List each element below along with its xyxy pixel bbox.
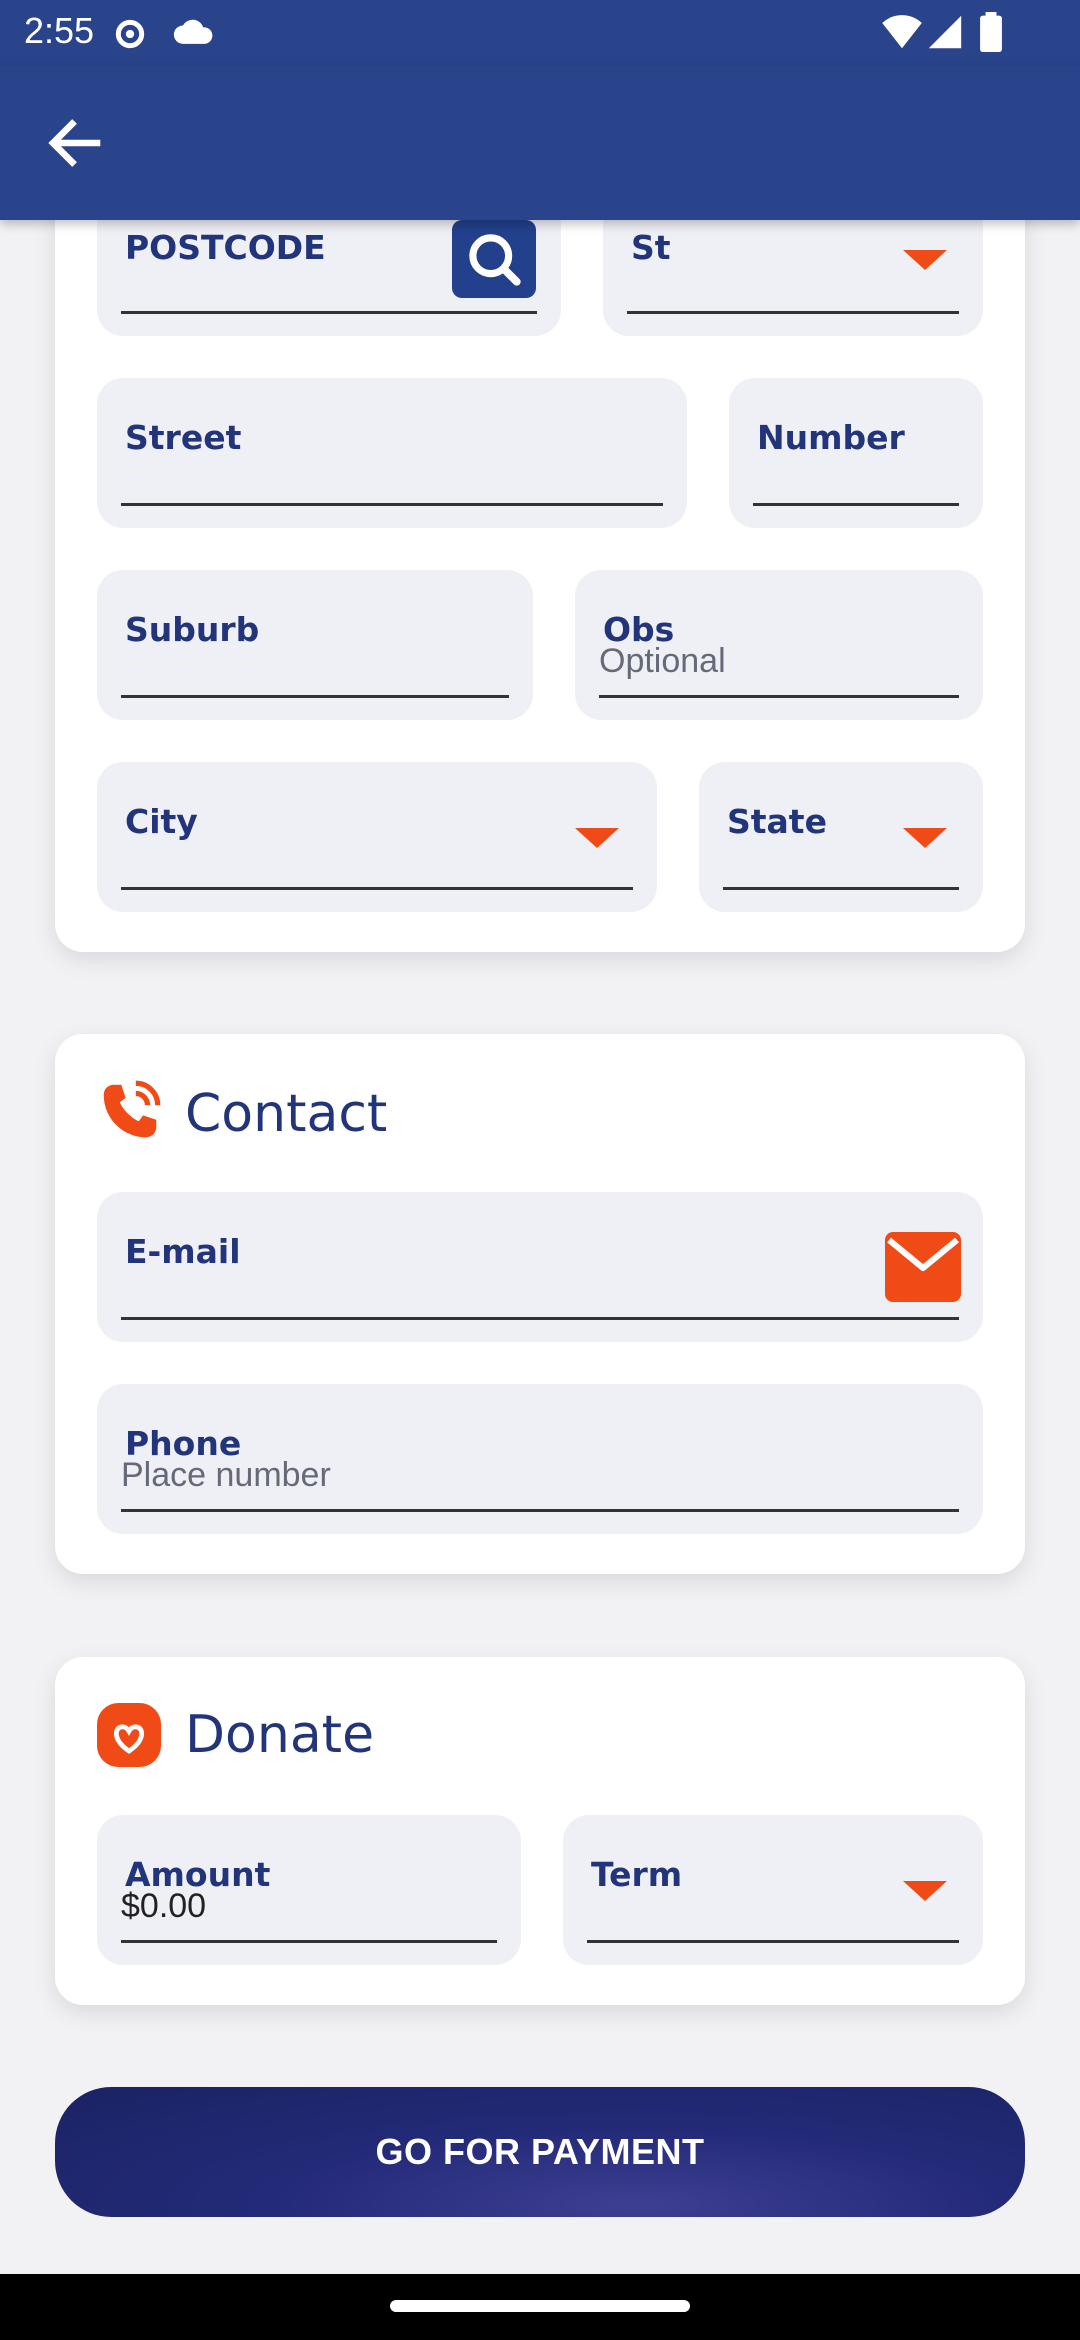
state-dropdown-icon [903, 828, 947, 848]
address-card: POSTCODE St Street Number Suburb Obs Opt… [55, 120, 1025, 952]
city-underline [121, 887, 633, 890]
st-underline [627, 311, 959, 314]
phone-underline [121, 1509, 959, 1512]
heart-donate-icon [97, 1703, 161, 1767]
st-label: St [631, 228, 671, 267]
mail-icon [885, 1232, 961, 1302]
city-label: City [125, 802, 198, 841]
settings-icon [115, 19, 145, 49]
app-bar [0, 66, 1080, 220]
obs-field[interactable]: Obs Optional [575, 570, 983, 720]
street-underline [121, 503, 663, 506]
number-field[interactable]: Number [729, 378, 983, 528]
postcode-field[interactable]: POSTCODE [97, 200, 561, 336]
state-label: State [727, 802, 827, 841]
postcode-label: POSTCODE [125, 228, 326, 267]
amount-field[interactable]: Amount $0.00 [97, 1815, 521, 1965]
amount-value: $0.00 [121, 1887, 207, 1925]
contact-card: Contact E-mail Phone Place number [55, 1034, 1025, 1574]
number-label: Number [757, 418, 905, 457]
status-bar: 2:55 [0, 0, 1080, 66]
city-dropdown-icon [575, 828, 619, 848]
suburb-field[interactable]: Suburb [97, 570, 533, 720]
obs-placeholder: Optional [599, 642, 726, 680]
cloud-icon [173, 19, 213, 44]
email-field[interactable]: E-mail [97, 1192, 983, 1342]
battery-icon [980, 12, 1002, 52]
email-underline [121, 1317, 959, 1320]
donate-title: Donate [185, 1705, 375, 1765]
term-dropdown[interactable]: Term [563, 1815, 983, 1965]
email-label: E-mail [125, 1232, 241, 1271]
city-dropdown[interactable]: City [97, 762, 657, 912]
state-underline [723, 887, 959, 890]
st-dropdown[interactable]: St [603, 200, 983, 336]
postcode-underline [121, 311, 537, 314]
go-for-payment-button[interactable]: GO FOR PAYMENT [55, 2087, 1025, 2217]
term-dropdown-icon [903, 1881, 947, 1901]
search-icon [469, 234, 521, 286]
street-field[interactable]: Street [97, 378, 687, 528]
signal-icon [928, 15, 962, 49]
number-underline [753, 503, 959, 506]
street-label: Street [125, 418, 242, 457]
back-arrow-icon[interactable] [42, 110, 108, 176]
amount-underline [121, 1940, 497, 1943]
obs-underline [599, 695, 959, 698]
term-underline [587, 1940, 959, 1943]
st-dropdown-icon [903, 250, 947, 270]
status-time: 2:55 [24, 10, 95, 51]
state-dropdown[interactable]: State [699, 762, 983, 912]
phone-call-icon [103, 1080, 161, 1138]
phone-field[interactable]: Phone Place number [97, 1384, 983, 1534]
postcode-search-button[interactable] [452, 220, 536, 298]
contact-title: Contact [185, 1084, 388, 1144]
suburb-label: Suburb [125, 610, 260, 649]
home-handle[interactable] [390, 2300, 690, 2312]
donate-card: Donate Amount $0.00 Term [55, 1657, 1025, 2005]
suburb-underline [121, 695, 509, 698]
wifi-icon [882, 15, 922, 49]
term-label: Term [591, 1855, 683, 1894]
phone-placeholder: Place number [121, 1456, 331, 1494]
